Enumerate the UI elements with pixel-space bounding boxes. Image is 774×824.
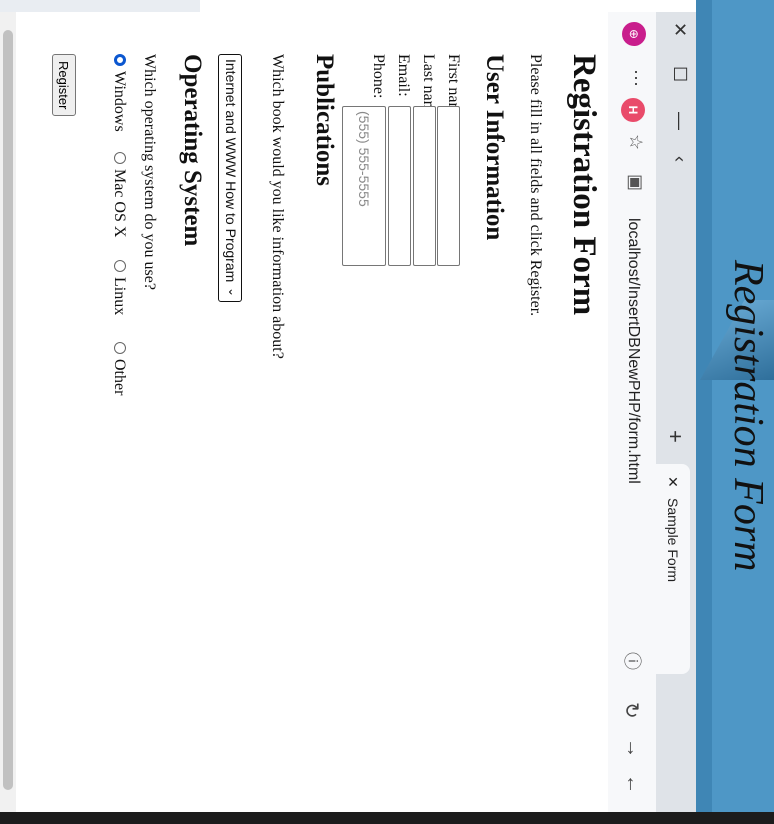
overlay-caption: Registration Form <box>720 260 774 640</box>
taskbar-strip <box>0 812 774 824</box>
last-name-field[interactable] <box>413 106 436 266</box>
first-name-field[interactable] <box>437 106 460 266</box>
back-icon[interactable]: ← <box>621 774 644 794</box>
tab-sample-form[interactable]: ✕ Sample Form <box>656 464 690 674</box>
register-button[interactable]: Register <box>52 54 76 117</box>
user-info-heading: User Information <box>481 54 508 241</box>
os-heading: Operating System <box>179 54 206 247</box>
forward-icon[interactable]: → <box>621 738 644 758</box>
favorite-star-icon[interactable]: ☆ <box>625 134 646 150</box>
os-option-linux[interactable]: Linux <box>110 260 128 315</box>
browser-window: ✕ ☐ — ‹ + ✕ Sample Form ⊕ ⋯ H ☆ ▣ localh… <box>0 12 696 812</box>
radio-icon[interactable] <box>114 260 126 272</box>
email-label: Email: <box>395 54 412 97</box>
book-select-value: Internet and WWW How to Program <box>223 59 239 283</box>
phone-field[interactable] <box>342 106 386 266</box>
overlay-caption-text: Registration Form <box>725 260 771 572</box>
extension-icon[interactable]: ⊕ <box>622 22 646 46</box>
close-window-icon[interactable]: ✕ <box>669 22 690 37</box>
horizontal-scrollbar[interactable] <box>0 12 16 812</box>
radio-selected-icon[interactable] <box>114 54 126 66</box>
tab-title: Sample Form <box>665 498 681 583</box>
publications-question: Which book would you like information ab… <box>269 54 286 359</box>
radio-icon[interactable] <box>114 342 126 354</box>
page-title: Registration Form <box>566 54 602 316</box>
os-option-windows[interactable]: Windows <box>110 54 128 132</box>
os-option-macosx[interactable]: Mac OS X <box>110 152 128 237</box>
intro-text: Please fill in all fields and click Regi… <box>527 54 544 317</box>
publications-heading: Publications <box>311 54 338 186</box>
maximize-window-icon[interactable]: ☐ <box>669 66 690 82</box>
tab-bar: ✕ ☐ — ‹ + ✕ Sample Form <box>656 12 696 812</box>
radio-icon[interactable] <box>114 152 126 164</box>
email-field[interactable] <box>388 106 411 266</box>
new-tab-button[interactable]: + <box>662 430 688 443</box>
menu-dots-icon[interactable]: ⋯ <box>625 69 646 87</box>
tab-close-icon[interactable]: ✕ <box>664 476 681 488</box>
browser-toolbar: ⊕ ⋯ H ☆ ▣ localhost/InsertDBNewPHP/form.… <box>608 12 656 812</box>
minimize-window-icon[interactable]: — <box>669 112 690 130</box>
page-content: Registration Form Please fill in all fie… <box>0 12 608 812</box>
address-bar[interactable]: localhost/InsertDBNewPHP/form.html <box>618 218 648 638</box>
profile-avatar[interactable]: H <box>621 98 645 122</box>
os-option-other[interactable]: Other <box>110 342 128 395</box>
chevron-down-icon: ⌄ <box>226 286 240 297</box>
book-select[interactable]: Internet and WWW How to Program ⌄ <box>218 54 242 302</box>
tab-list-chevron-icon[interactable]: ‹ <box>669 156 690 162</box>
url-text: localhost/InsertDBNewPHP/form.html <box>625 218 642 484</box>
reload-icon[interactable]: ↻ <box>619 702 644 719</box>
phone-label: Phone: <box>370 54 387 99</box>
os-question: Which operating system do you use? <box>141 54 158 290</box>
scrollbar-thumb[interactable] <box>3 30 13 790</box>
tab-search-icon[interactable]: ▣ <box>625 174 646 191</box>
info-icon[interactable]: ⓘ <box>620 652 646 670</box>
